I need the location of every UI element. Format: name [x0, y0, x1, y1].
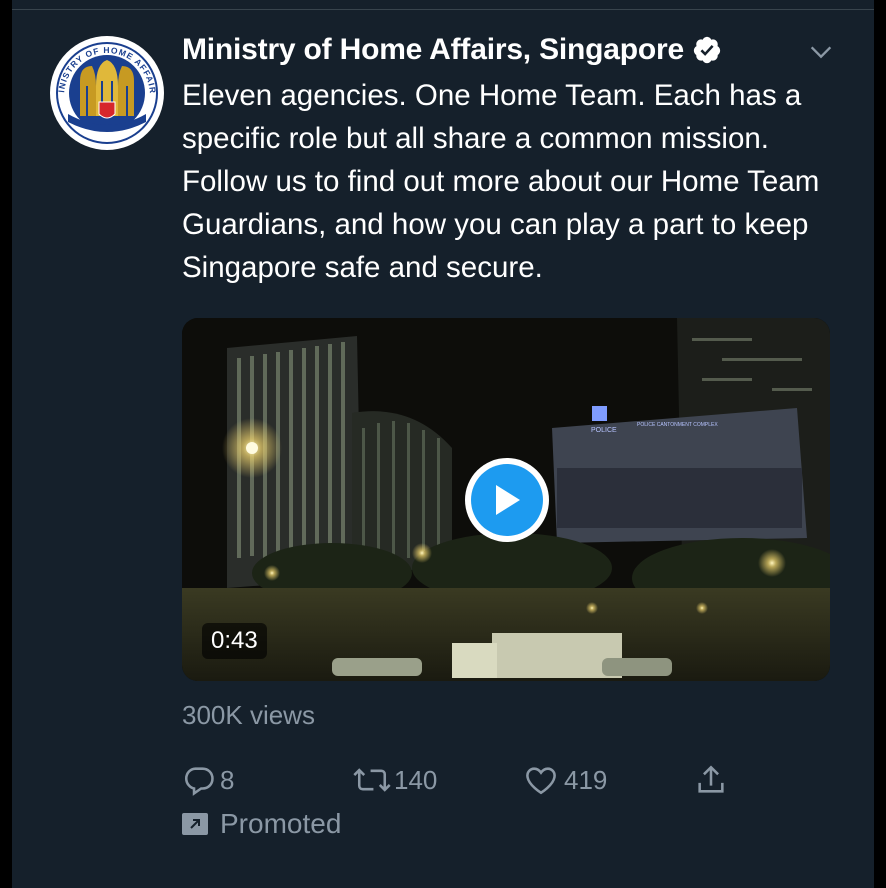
share-button[interactable] — [694, 760, 728, 800]
mha-logo: MINISTRY OF HOME AFFAIRS — [50, 36, 163, 149]
reply-count: 8 — [220, 764, 235, 795]
divider — [12, 9, 874, 10]
tweet-actions: 8 140 419 — [182, 760, 742, 800]
heart-icon — [526, 767, 556, 795]
view-count: 300K views — [182, 700, 315, 730]
author-name[interactable]: Ministry of Home Affairs, Singapore — [182, 33, 684, 67]
tweet-text: Eleven agencies. One Home Team. Each has… — [182, 79, 820, 284]
play-button[interactable] — [465, 458, 549, 542]
promoted-text: Promoted — [220, 808, 342, 839]
scene-sign-police: POLICE — [591, 427, 617, 434]
avatar[interactable]: MINISTRY OF HOME AFFAIRS — [50, 36, 164, 150]
video-duration: 0:43 — [202, 623, 267, 659]
like-count: 419 — [564, 764, 608, 795]
retweet-count: 140 — [394, 764, 438, 795]
retweet-icon — [353, 768, 391, 792]
share-icon — [698, 765, 724, 793]
tweet-card[interactable]: MINISTRY OF HOME AFFAIRS Ministry of Hom… — [12, 0, 874, 888]
like-button[interactable]: 419 — [524, 760, 607, 800]
play-icon — [496, 485, 520, 515]
promoted-icon — [182, 813, 208, 835]
promoted-label: Promoted — [182, 808, 341, 840]
verified-badge-icon — [693, 36, 721, 64]
tweet-content: Ministry of Home Affairs, Singapore Elev… — [182, 30, 842, 289]
reply-icon — [184, 767, 214, 796]
scene-sign-banner: POLICE CANTONMENT COMPLEX — [637, 422, 718, 428]
retweet-button[interactable]: 140 — [352, 760, 437, 800]
tweet-header: Ministry of Home Affairs, Singapore — [182, 30, 842, 70]
reply-button[interactable]: 8 — [182, 760, 234, 800]
chevron-down-icon[interactable] — [807, 38, 835, 66]
video-player[interactable]: POLICE POLICE CANTONMENT COMPLEX 0:43 — [182, 318, 830, 681]
